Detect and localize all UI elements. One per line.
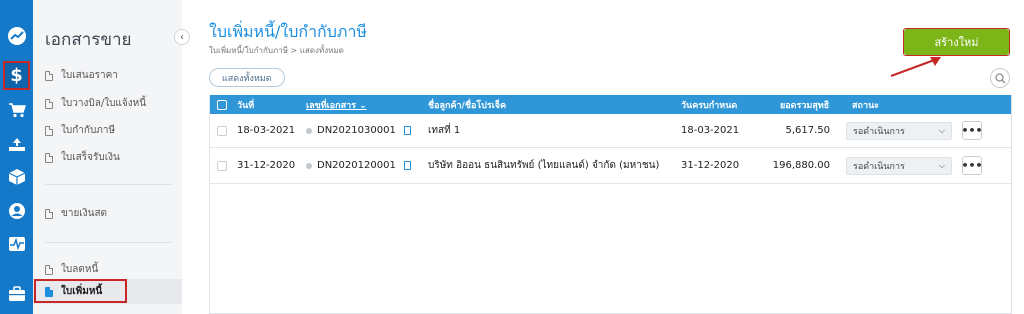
page-title: ใบเพิ่มหนี้/ใบกำกับภาษี [209, 22, 367, 41]
row-date: 18-03-2021 [237, 125, 296, 136]
col-customer: ชื่อลูกค้า/ชื่อโปรเจ็ค [428, 100, 507, 111]
row-doc-no[interactable]: DN2020120001 [306, 148, 411, 183]
col-date[interactable]: วันที่ [237, 95, 254, 114]
icon-rail: $ [0, 0, 33, 314]
doc-no-text: DN2021030001 [317, 125, 396, 136]
col-status: สถานะ [852, 100, 879, 111]
status-dot-icon [306, 127, 312, 134]
more-options-icon: ••• [961, 121, 983, 140]
sales-docs-sidebar: เอกสารขาย ใบเสนอราคา ใบวางบิล/ใบแจ้งหนี้… [33, 0, 182, 314]
table-header: วันที่ เลขที่เอกสาร ⌄ ชื่อลูกค้า/ชื่อโปร… [210, 95, 1011, 114]
status-dot-icon [306, 162, 312, 169]
sidebar-divider [45, 242, 172, 243]
row-customer: เทสที่ 1 [428, 125, 461, 136]
col-doc-no[interactable]: เลขที่เอกสาร ⌄ [306, 95, 367, 114]
row-due-date: 31-12-2020 [681, 160, 740, 171]
document-icon [45, 125, 53, 136]
row-doc-no[interactable]: DN2021030001 [306, 114, 411, 147]
document-icon [45, 98, 53, 109]
sidebar-item-cash-sale[interactable]: ขายเงินสด [45, 206, 107, 221]
sidebar-item-tax-invoice[interactable]: ใบกำกับภาษี [45, 123, 115, 138]
sidebar-item-label: ใบวางบิล/ใบแจ้งหนี้ [61, 98, 147, 109]
sidebar-item-label: ใบลดหนี้ [61, 264, 99, 275]
sidebar-item-label: ใบเสนอราคา [61, 70, 118, 81]
breadcrumb: ใบเพิ่มหนี้/ใบกำกับภาษี > แสดงทั้งหมด [209, 46, 344, 55]
table-row[interactable]: 18-03-2021 DN2021030001 เทสที่ 1 18-03-2… [210, 114, 1011, 148]
document-icon [45, 70, 53, 81]
highlight-outline [34, 279, 127, 303]
row-net-total: 5,617.50 [785, 125, 830, 136]
more-options-icon: ••• [961, 156, 983, 175]
shopping-cart-icon[interactable] [4, 97, 29, 122]
sales-dollar-icon[interactable]: $ [3, 61, 30, 90]
doc-no-text: DN2020120001 [317, 160, 396, 171]
row-due-date: 18-03-2021 [681, 125, 740, 136]
highlight-outline [903, 28, 1010, 56]
briefcase-icon[interactable] [4, 281, 29, 306]
row-status-select[interactable]: รอดำเนินการ ⌵ [846, 114, 952, 147]
select-all-checkbox[interactable] [217, 95, 227, 114]
documents-table: วันที่ เลขที่เอกสาร ⌄ ชื่อลูกค้า/ชื่อโปร… [209, 95, 1012, 314]
document-icon [45, 208, 53, 219]
contacts-user-icon[interactable] [4, 198, 29, 223]
upload-tray-icon[interactable] [4, 131, 29, 156]
row-status-select[interactable]: รอดำเนินการ ⌵ [846, 148, 952, 183]
sidebar-item-quotation[interactable]: ใบเสนอราคา [45, 68, 118, 83]
sidebar-item-credit-note[interactable]: ใบลดหนี้ [45, 262, 98, 277]
row-more-button[interactable]: ••• [961, 148, 983, 183]
row-customer: บริษัท อิออน ธนสินทรัพย์ (ไทยแลนด์) จำกั… [428, 160, 660, 171]
main-content: ใบเพิ่มหนี้/ใบกำกับภาษี ใบเพิ่มหนี้/ใบกำ… [182, 0, 1024, 314]
sidebar-item-label: ใบเสร็จรับเงิน [61, 152, 120, 163]
package-box-icon[interactable] [4, 164, 29, 189]
dashboard-chart-icon[interactable] [4, 23, 29, 48]
sidebar-divider [45, 184, 172, 185]
activity-pulse-icon[interactable] [4, 231, 29, 256]
sidebar-item-label: ใบกำกับภาษี [61, 125, 116, 136]
sidebar-item-billing-invoice[interactable]: ใบวางบิล/ใบแจ้งหนี้ [45, 96, 146, 111]
status-value: รอดำเนินการ [853, 161, 905, 172]
search-button[interactable] [990, 68, 1010, 88]
filter-label: แสดงทั้งหมด [222, 73, 272, 84]
row-checkbox[interactable] [217, 148, 227, 183]
chevron-down-icon: ⌵ [938, 125, 945, 135]
table-row[interactable]: 31-12-2020 DN2020120001 บริษัท อิออน ธนส… [210, 148, 1011, 184]
red-arrow-icon [890, 57, 941, 77]
chevron-down-icon: ⌵ [938, 160, 945, 170]
search-icon [994, 72, 1005, 83]
row-net-total: 196,880.00 [772, 160, 830, 171]
sidebar-item-receipt[interactable]: ใบเสร็จรับเงิน [45, 150, 120, 165]
col-net-total: ยอดรวมสุทธิ [780, 100, 830, 111]
document-icon[interactable] [403, 126, 411, 135]
row-more-button[interactable]: ••• [961, 114, 983, 147]
sidebar-title: เอกสารขาย [45, 30, 132, 50]
show-all-filter-button[interactable]: แสดงทั้งหมด [209, 68, 285, 87]
document-icon [45, 152, 53, 163]
sidebar-item-label: ขายเงินสด [61, 208, 108, 219]
document-icon [45, 264, 53, 275]
status-value: รอดำเนินการ [853, 126, 905, 137]
row-date: 31-12-2020 [237, 160, 296, 171]
col-due-date: วันครบกำหนด [681, 100, 738, 111]
document-icon[interactable] [403, 161, 411, 170]
row-checkbox[interactable] [217, 114, 227, 147]
